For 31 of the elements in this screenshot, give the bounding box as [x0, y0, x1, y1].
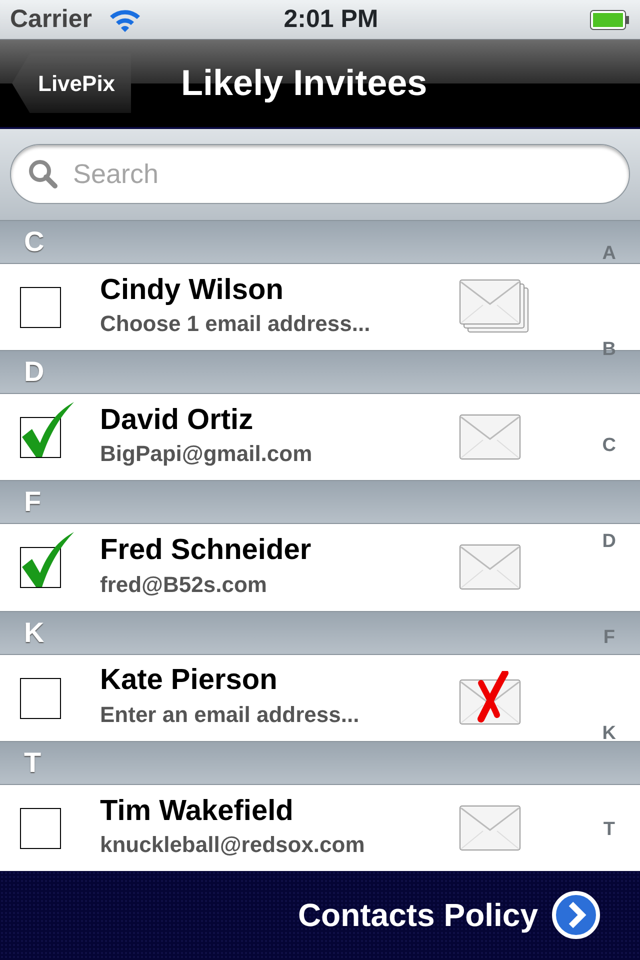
crossed-envelope-icon[interactable] [459, 670, 521, 725]
stacked-envelopes-icon[interactable] [459, 279, 531, 336]
contact-name: Cindy Wilson [100, 274, 284, 308]
contact-name: David Ortiz [100, 404, 254, 438]
checkbox[interactable] [18, 401, 76, 460]
contact-email: Enter an email address... [100, 700, 360, 729]
contact-email: knuckleball@redsox.com [100, 830, 366, 859]
envelope-icon[interactable] [459, 804, 521, 851]
section-letter: K [24, 616, 44, 650]
index-letter[interactable]: C [602, 432, 616, 461]
clock: 2:01 PM [282, 4, 380, 35]
contact-name: Kate Pierson [100, 664, 278, 698]
section-letter: D [24, 355, 44, 390]
index-letter[interactable]: T [603, 816, 615, 845]
envelope-icon[interactable] [459, 544, 521, 590]
battery-icon [590, 10, 630, 30]
contact-email: BigPapi@gmail.com [100, 440, 314, 468]
checkbox[interactable] [18, 531, 76, 590]
screen-title: Likely Invitees [181, 61, 428, 106]
contact-email: Choose 1 email address... [100, 310, 372, 338]
contact-name: Tim Wakefield [100, 794, 294, 828]
section-letter: F [24, 485, 42, 520]
carrier-label: Carrier [10, 4, 92, 35]
contact-name: Fred Schneider [100, 534, 312, 568]
envelope-icon[interactable] [459, 414, 521, 460]
section-letter: C [24, 224, 44, 259]
section-letter: T [24, 746, 42, 780]
index-letter[interactable]: D [602, 528, 616, 557]
index-letter[interactable]: K [602, 720, 616, 749]
contact-email: fred@B52s.com [100, 570, 268, 599]
search-field[interactable]: Search [10, 144, 630, 204]
